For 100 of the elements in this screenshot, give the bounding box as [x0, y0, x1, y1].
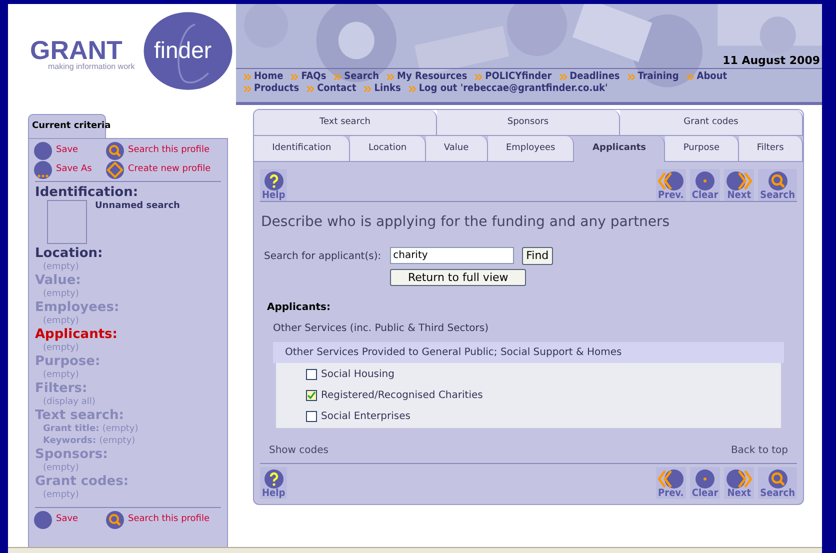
next-icon: [726, 171, 752, 191]
logo-script: finder: [154, 39, 212, 62]
criteria-heading: Value:: [35, 273, 82, 288]
criteria-heading: Applicants:: [35, 327, 118, 342]
prev-button[interactable]: Prev.: [656, 169, 686, 201]
tab[interactable]: Sponsors: [437, 110, 620, 136]
chevron-icon: [307, 86, 314, 92]
clear-icon: [695, 469, 715, 489]
chevron-icon: [291, 74, 298, 80]
disk-icon: [34, 142, 52, 160]
back-to-top-link[interactable]: Back to top: [730, 443, 788, 458]
previous-icon: [658, 171, 684, 191]
criteria-heading: Location:: [35, 246, 104, 261]
criteria-value: (empty): [43, 489, 80, 501]
chevron-icon: [334, 74, 342, 80]
category-label: Other Services (inc. Public & Third Sectors): [272, 322, 490, 336]
logo[interactable]: GRANT finder making information work: [8, 4, 236, 105]
save-link[interactable]: Save: [34, 511, 106, 529]
search-icon: [106, 142, 124, 160]
criteria-value: (empty): [43, 342, 80, 354]
search-label: Search for applicant(s):: [264, 250, 382, 264]
next-button[interactable]: Next: [724, 467, 754, 499]
criteria-heading: Employees:: [35, 300, 120, 315]
nav-link[interactable]: My Resources: [387, 71, 468, 83]
search-icon: [768, 171, 788, 191]
clear-button[interactable]: Clear: [690, 169, 720, 201]
nav-link[interactable]: Deadlines: [560, 71, 620, 83]
chevron-icon: [244, 86, 251, 92]
nav-link[interactable]: POLICYfinder: [475, 71, 552, 83]
option-label: Social Housing: [321, 368, 394, 382]
nav-link[interactable]: Links: [364, 83, 401, 95]
criteria-value: (empty): [43, 288, 80, 300]
nav-link[interactable]: Search: [334, 71, 380, 83]
search-button[interactable]: Search: [758, 467, 797, 499]
nav-link[interactable]: Home: [244, 71, 284, 83]
criteria-value: (empty): [43, 462, 80, 474]
criteria-value: Keywords: (empty): [43, 435, 136, 447]
show-codes-link[interactable]: Show codes: [269, 443, 328, 458]
help-button[interactable]: Help: [260, 467, 288, 499]
clear-button[interactable]: Clear: [690, 467, 720, 499]
tab[interactable]: Location: [350, 136, 426, 162]
chevron-icon: [364, 86, 372, 92]
criteria-value: (empty): [43, 261, 80, 273]
checkbox[interactable]: [306, 369, 317, 380]
search-link[interactable]: Search this profile: [106, 142, 222, 160]
chevron-icon: [686, 74, 694, 80]
checkmark-icon: [307, 391, 316, 400]
criteria-value: (display all): [43, 396, 96, 408]
disk-icon: [34, 511, 52, 529]
page-heading: Describe who is applying for the funding and any partners: [260, 213, 671, 232]
criteria-heading: Grant codes:: [35, 474, 130, 489]
nav-link[interactable]: Log out 'rebeccae@grantfinder.co.uk': [408, 83, 608, 95]
next-button[interactable]: Next: [724, 169, 754, 201]
criteria-heading: Purpose:: [35, 354, 102, 369]
logo-wordmark: GRANT: [30, 37, 122, 63]
chevron-icon: [628, 74, 635, 80]
date-text: 11 August 2009: [722, 53, 820, 69]
tab[interactable]: Text search: [254, 110, 437, 136]
checkbox[interactable]: [306, 390, 317, 401]
nav-link[interactable]: About: [686, 71, 728, 83]
search-link[interactable]: Search this profile: [106, 511, 222, 529]
nav-link[interactable]: Contact: [307, 83, 356, 95]
tab[interactable]: Identification: [254, 136, 350, 162]
help-icon: [264, 469, 284, 489]
checkbox[interactable]: [306, 411, 317, 422]
prev-button[interactable]: Prev.: [656, 467, 686, 499]
help-icon: [264, 171, 284, 191]
criteria-value: (empty): [43, 315, 80, 327]
search-icon: [768, 469, 788, 489]
criteria-heading: Identification:: [35, 185, 140, 200]
nav-link[interactable]: Training: [628, 71, 679, 83]
logo-tagline: making information work: [48, 63, 135, 71]
return-button[interactable]: Return to full view: [390, 269, 526, 286]
subcategory-header: Other Services Provided to General Public; Social Support & Homes: [273, 342, 784, 363]
criteria-heading: Text search:: [35, 408, 125, 423]
tab[interactable]: Purpose: [665, 136, 739, 162]
clear-icon: [695, 171, 715, 191]
tab[interactable]: Filters: [738, 136, 803, 162]
saveas-link[interactable]: Save As: [34, 161, 106, 179]
tab[interactable]: Employees: [488, 136, 574, 162]
criteria-value: (empty): [43, 369, 80, 381]
new-link[interactable]: Create new profile: [106, 161, 222, 179]
previous-icon: [658, 469, 684, 489]
tab[interactable]: Value: [426, 136, 488, 162]
find-button[interactable]: Find: [522, 247, 553, 265]
nav-link[interactable]: Products: [244, 83, 300, 95]
chevron-icon: [475, 74, 482, 80]
option-label: Social Enterprises: [321, 410, 410, 424]
search-icon: [106, 511, 124, 529]
tab[interactable]: Grant codes: [620, 110, 803, 136]
option-label: Registered/Recognised Charities: [321, 389, 483, 403]
nav-link[interactable]: FAQs: [291, 71, 326, 83]
search-field[interactable]: charity: [390, 247, 514, 264]
criteria-heading: Sponsors:: [35, 447, 109, 462]
applicants-title: Applicants:: [266, 301, 332, 315]
help-button[interactable]: Help: [260, 169, 288, 201]
criteria-value: Unnamed search: [95, 200, 180, 212]
criteria-heading: Filters:: [35, 381, 88, 396]
search-button[interactable]: Search: [758, 169, 797, 201]
save-link[interactable]: Save: [34, 142, 106, 160]
